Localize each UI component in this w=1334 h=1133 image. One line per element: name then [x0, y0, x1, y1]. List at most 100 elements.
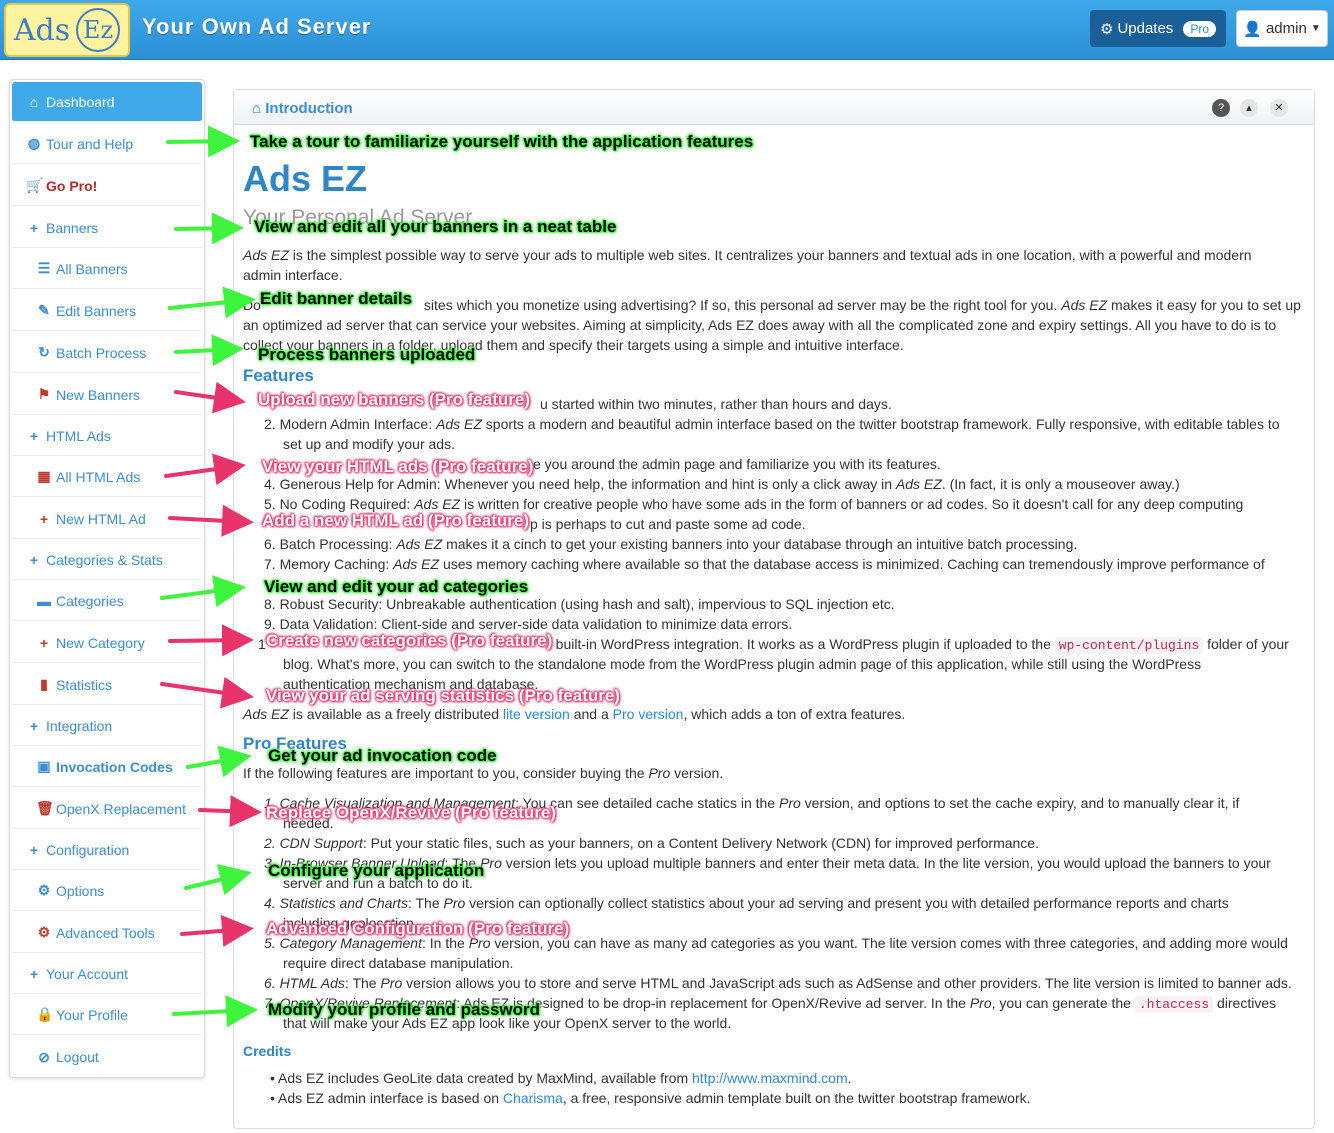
plus-icon: + — [39, 510, 49, 527]
feature-7: 7. Memory Caching: Ads EZ uses memory ca… — [264, 556, 1265, 572]
product-name: Ads EZ — [243, 706, 289, 722]
caret-down-icon: ▼ — [1310, 23, 1321, 34]
plus-icon: + — [29, 717, 39, 734]
maxmind-link[interactable]: http://www.maxmind.com — [692, 1070, 848, 1086]
sidebar-item-categories-stats[interactable]: + Categories & Stats — [12, 540, 202, 580]
sidebar-item-new-html-ad[interactable]: + New HTML Ad — [12, 499, 202, 539]
text: , which adds a ton of extra features. — [683, 706, 906, 722]
text: 7. Memory Caching: — [264, 556, 394, 572]
sidebar-item-integration[interactable]: + Integration — [12, 706, 202, 746]
sidebar-item-label: New HTML Ad — [56, 510, 146, 527]
sidebar-item-go-pro[interactable]: 🛒 Go Pro! — [12, 166, 202, 206]
feature-2: 2. Modern Admin Interface: Ads EZ sports… — [264, 416, 1280, 432]
feature-4: 4. Generous Help for Admin: Whenever you… — [264, 476, 1180, 492]
ads-ez-logo[interactable]: Ads Ez — [4, 3, 130, 57]
annotation-label: Create new categories (Pro feature) — [266, 631, 553, 650]
text: version. — [670, 765, 724, 781]
text: and a — [569, 706, 613, 722]
page-title: Ads EZ — [243, 158, 368, 199]
product-name: Ads EZ — [435, 416, 482, 432]
product-name: Ads EZ — [243, 247, 289, 263]
sidebar-item-logout[interactable]: ⊘ Logout — [12, 1037, 202, 1077]
sidebar-item-all-html-ads[interactable]: ▦ All HTML Ads — [12, 457, 202, 497]
box-title-label: Introduction — [265, 100, 353, 117]
annotation-label: View and edit your ad categories — [264, 577, 529, 596]
lite-version-link[interactable]: lite version — [503, 706, 570, 722]
feature-2-cont: set up and modify your ads. — [283, 436, 455, 452]
text: Pro — [443, 895, 466, 911]
cart-icon: 🛒 — [26, 177, 44, 193]
sidebar-item-categories[interactable]: ▬ Categories — [12, 581, 202, 621]
text: : The — [344, 975, 381, 991]
sidebar-item-invocation-codes[interactable]: ▣ Invocation Codes — [12, 747, 202, 787]
user-menu-button[interactable]: 👤 admin ▼ — [1236, 10, 1328, 47]
text: 4. Statistics and Charts — [264, 895, 408, 911]
annotation-label: Configure your application — [268, 861, 485, 880]
sidebar-item-configuration[interactable]: + Configuration — [12, 830, 202, 870]
intro-paragraph-1-cont: admin interface. — [243, 267, 343, 283]
sidebar-item-new-category[interactable]: + New Category — [12, 623, 202, 663]
text: 2. Modern Admin Interface: — [264, 416, 436, 432]
plus-icon: + — [29, 551, 39, 568]
sidebar-item-options[interactable]: ⚙ Options — [12, 871, 202, 911]
sidebar-item-label: New Banners — [56, 386, 141, 403]
annotation-label: Get your ad invocation code — [268, 746, 497, 765]
sidebar-item-label: Advanced Tools — [56, 924, 155, 941]
feature-9: 9. Data Validation: Client-side and serv… — [264, 616, 793, 632]
pencil-icon: ✎ — [38, 302, 50, 318]
help-icon[interactable]: ? — [1212, 99, 1230, 117]
text: version lets you upload multiple banners… — [501, 855, 1271, 871]
sidebar-item-label: Options — [56, 882, 105, 899]
sidebar-item-statistics[interactable]: ▮ Statistics — [12, 665, 202, 705]
sidebar-item-banners[interactable]: + Banners — [12, 208, 202, 248]
product-name: Ads EZ — [393, 556, 440, 572]
close-icon[interactable]: ✕ — [1270, 99, 1288, 117]
sidebar-item-new-banners[interactable]: ⚑ New Banners — [12, 375, 202, 415]
user-label: admin — [1265, 20, 1307, 37]
feature-8: 8. Robust Security: Unbreakable authenti… — [264, 596, 895, 612]
home-icon: ⌂ — [252, 100, 262, 117]
pro-version-link[interactable]: Pro version — [613, 706, 684, 722]
sidebar-item-label: Your Account — [46, 965, 128, 982]
sidebar-item-label: HTML Ads — [46, 427, 111, 444]
sidebar-item-html-ads[interactable]: + HTML Ads — [12, 416, 202, 456]
trash-icon: 🗑 — [36, 800, 54, 816]
feature-6: 6. Batch Processing: Ads EZ makes it a c… — [264, 536, 1077, 552]
sidebar-item-your-account[interactable]: + Your Account — [12, 954, 202, 994]
sidebar-item-batch-process[interactable]: ↻ Batch Process — [12, 333, 202, 373]
pro-feature-4: 4. Statistics and Charts: The Pro versio… — [264, 895, 1229, 911]
text: Pro — [778, 795, 801, 811]
annotation-label: Upload new banners (Pro feature) — [258, 390, 531, 409]
sidebar-item-dashboard[interactable]: ⌂ Dashboard — [12, 82, 202, 122]
annotation-label: Add a new HTML ad (Pro feature) — [262, 511, 529, 530]
updates-button[interactable]: ⚙ Updates Pro — [1090, 10, 1226, 47]
text: If the following features are important … — [243, 765, 649, 781]
chevron-up-icon[interactable]: ▴ — [1240, 99, 1258, 117]
text: 4. Generous Help for Admin: Whenever you… — [264, 476, 896, 492]
text: 1 — [258, 636, 266, 652]
sidebar-item-label: Categories — [56, 592, 124, 609]
plus-icon: + — [29, 841, 39, 858]
sidebar-item-your-profile[interactable]: 🔒 Your Profile — [12, 995, 202, 1035]
bar-chart-icon: ▮ — [40, 676, 48, 692]
charisma-link[interactable]: Charisma — [503, 1090, 563, 1106]
text: version, and options to set the cache ex… — [800, 795, 1240, 811]
text: : The — [407, 895, 444, 911]
sidebar-item-edit-banners[interactable]: ✎ Edit Banners — [12, 291, 202, 331]
lock-icon: 🔒 — [36, 1006, 54, 1022]
sidebar-item-openx-replacement[interactable]: 🗑 OpenX Replacement — [12, 789, 202, 829]
sidebar-item-all-banners[interactable]: ☰ All Banners — [12, 249, 202, 289]
sidebar-item-tour-and-help[interactable]: ◍ Tour and Help — [12, 124, 202, 164]
intro-paragraph-1: Ads EZ is the simplest possible way to s… — [243, 247, 1252, 263]
intro-paragraph-2-line2: an optimized ad server that can service … — [243, 317, 1277, 333]
sidebar-item-advanced-tools[interactable]: ⚙ Advanced Tools — [12, 913, 202, 953]
annotation-label: Take a tour to familiarize yourself with… — [250, 132, 754, 151]
plus-icon: + — [29, 965, 39, 982]
text: version allows you to store and serve HT… — [402, 975, 1292, 991]
text: version, you can have as many ad categor… — [490, 935, 1288, 951]
text: • Ads EZ admin interface is based on — [270, 1090, 503, 1106]
text: folder of your — [1203, 636, 1289, 652]
sidebar-item-label: All Banners — [56, 260, 128, 277]
sidebar-item-label: Go Pro! — [46, 177, 98, 194]
plus-icon: + — [29, 219, 39, 236]
